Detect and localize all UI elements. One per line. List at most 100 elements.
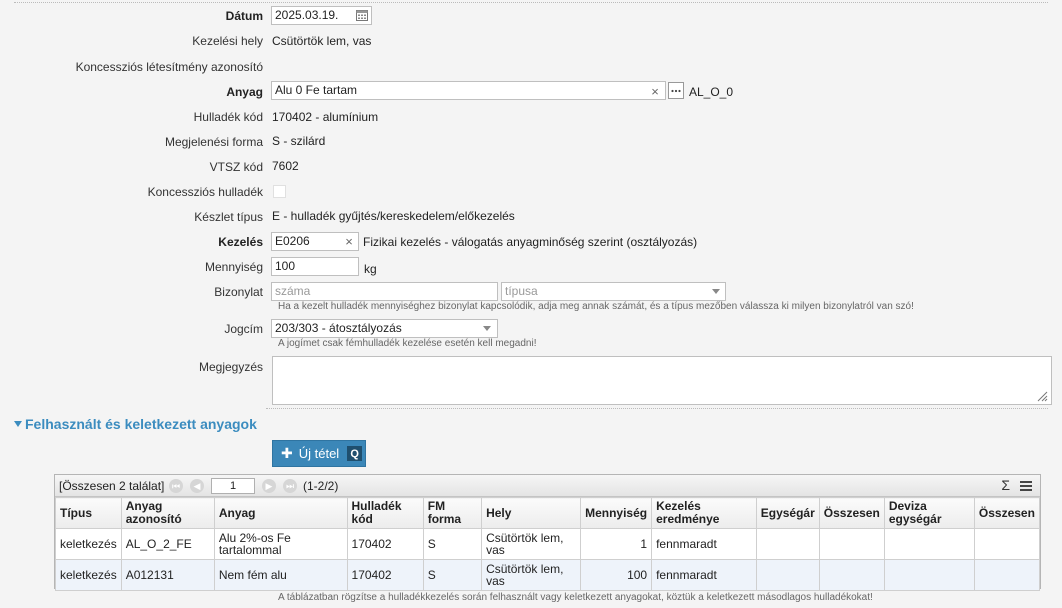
bizonylat-szama-placeholder: száma bbox=[275, 284, 311, 298]
jogcim-select[interactable]: 203/303 - átosztályozás bbox=[271, 319, 498, 338]
kezeles-value: E0206 bbox=[275, 234, 310, 248]
col-header[interactable]: Hely bbox=[481, 497, 582, 529]
grid-header-row: Típus Anyag azonosító Anyag Hulladék kód… bbox=[55, 497, 1041, 529]
ellipsis-icon[interactable] bbox=[668, 82, 684, 99]
cell: 170402 bbox=[346, 559, 424, 591]
koncesszios-hulladek-label: Koncessziós hulladék bbox=[147, 185, 263, 199]
cell: keletkezés bbox=[55, 559, 122, 591]
cell bbox=[818, 559, 885, 591]
cell bbox=[883, 559, 975, 591]
menu-icon[interactable] bbox=[1020, 481, 1032, 493]
col-header[interactable]: FM forma bbox=[422, 497, 483, 529]
cell: Nem fém alu bbox=[213, 559, 348, 591]
mennyiseg-input[interactable]: 100 bbox=[271, 257, 359, 276]
new-item-button[interactable]: ✚ Új tétel Q bbox=[272, 440, 366, 467]
cell bbox=[755, 559, 820, 591]
cell: 100 bbox=[580, 559, 653, 591]
calendar-icon[interactable] bbox=[355, 8, 369, 22]
mennyiseg-label: Mennyiség bbox=[204, 260, 263, 274]
grid-pager: [Összesen 2 találat] ⏮ ◀ 1 ▶ ⏭ (1-2/2) Σ bbox=[55, 475, 1040, 497]
jogcim-chevron-down-icon[interactable] bbox=[483, 326, 491, 331]
grid-table: Típus Anyag azonosító Anyag Hulladék kód… bbox=[55, 497, 1041, 591]
koncesszios-hulladek-checkbox[interactable] bbox=[273, 185, 286, 198]
keszlet-tipus-value: E - hulladék gyűjtés/kereskedelem/előkez… bbox=[272, 209, 515, 223]
cell: S bbox=[422, 559, 483, 591]
cell bbox=[818, 528, 885, 560]
jogcim-hint: A jogímet csak fémhulladék kezelése eset… bbox=[278, 338, 537, 349]
shortcut-badge: Q bbox=[347, 446, 363, 461]
kezeles-clear-icon[interactable]: × bbox=[342, 233, 356, 249]
kezeles-label: Kezelés bbox=[218, 235, 263, 249]
top-divider bbox=[14, 2, 1048, 3]
anyag-value: Alu 0 Fe tartam bbox=[275, 83, 358, 97]
bizonylat-hint: Ha a kezelt hulladék mennyiséghez bizony… bbox=[278, 301, 914, 312]
plus-icon: ✚ bbox=[281, 445, 293, 461]
grid-range: (1-2/2) bbox=[303, 479, 339, 493]
section-header[interactable]: Felhasznált és keletkezett anyagok bbox=[14, 416, 257, 432]
datum-value: 2025.03.19. bbox=[275, 8, 339, 22]
cell bbox=[755, 528, 820, 560]
table-row[interactable]: keletkezés AL_O_2_FE Alu 2%-os Fe tartal… bbox=[55, 528, 1041, 560]
col-header[interactable]: Hulladék kód bbox=[346, 497, 424, 529]
jogcim-value: 203/303 - átosztályozás bbox=[275, 321, 402, 335]
first-page-icon[interactable]: ⏮ bbox=[169, 479, 183, 493]
kezelesi-hely-label: Kezelési hely bbox=[192, 34, 263, 48]
megjelenesi-forma-label: Megjelenési forma bbox=[164, 135, 263, 149]
anyag-input[interactable]: Alu 0 Fe tartam bbox=[271, 81, 666, 100]
mennyiseg-unit: kg bbox=[364, 262, 377, 276]
cell: fennmaradt bbox=[651, 528, 757, 560]
cell: AL_O_2_FE bbox=[120, 528, 215, 560]
col-header[interactable]: Anyag azonosító bbox=[120, 497, 215, 529]
megjegyzes-label: Megjegyzés bbox=[198, 360, 263, 374]
bizonylat-szama-input[interactable]: száma bbox=[271, 282, 498, 301]
next-page-icon[interactable]: ▶ bbox=[262, 479, 276, 493]
kezelesi-hely-value: Csütörtök lem, vas bbox=[272, 34, 372, 48]
bizonylat-tipusa-select[interactable]: típusa bbox=[501, 282, 726, 301]
anyag-label: Anyag bbox=[226, 85, 263, 99]
cell bbox=[973, 528, 1041, 560]
megjelenesi-forma-value: S - szilárd bbox=[272, 134, 326, 148]
megjegyzes-textarea[interactable] bbox=[272, 356, 1052, 405]
col-header[interactable]: Típus bbox=[55, 497, 122, 529]
materials-grid: [Összesen 2 találat] ⏮ ◀ 1 ▶ ⏭ (1-2/2) Σ… bbox=[54, 474, 1041, 591]
clear-icon[interactable]: × bbox=[648, 83, 662, 99]
hulladek-kod-value: 170402 - alumínium bbox=[272, 110, 379, 124]
cell: fennmaradt bbox=[651, 559, 757, 591]
col-header[interactable]: Összesen bbox=[973, 497, 1041, 529]
vtsz-kod-label: VTSZ kód bbox=[209, 160, 263, 174]
col-header[interactable]: Egységár bbox=[755, 497, 820, 529]
page-number-input[interactable]: 1 bbox=[211, 478, 255, 494]
col-header[interactable]: Összesen bbox=[818, 497, 885, 529]
keszlet-tipus-label: Készlet típus bbox=[194, 210, 263, 224]
col-header[interactable]: Mennyiség bbox=[580, 497, 653, 529]
cell: S bbox=[422, 528, 483, 560]
section-title: Felhasznált és keletkezett anyagok bbox=[25, 416, 257, 432]
table-row[interactable]: keletkezés A012131 Nem fém alu 170402 S … bbox=[55, 559, 1041, 591]
collapse-triangle-icon[interactable] bbox=[14, 421, 22, 427]
vtsz-kod-value: 7602 bbox=[272, 159, 299, 173]
anyag-code: AL_O_0 bbox=[689, 85, 734, 99]
cell: Csütörtök lem, vas bbox=[481, 559, 582, 591]
last-page-icon[interactable]: ⏭ bbox=[283, 479, 297, 493]
chevron-down-icon[interactable] bbox=[712, 289, 720, 294]
col-header[interactable]: Anyag bbox=[213, 497, 348, 529]
koncesszios-letesitmeny-label: Koncessziós létesítmény azonosító bbox=[75, 60, 263, 74]
bizonylat-label: Bizonylat bbox=[214, 285, 263, 299]
section-divider bbox=[266, 408, 1048, 409]
cell: A012131 bbox=[120, 559, 215, 591]
grid-footnote: A táblázatban rögzítse a hulladékkezelés… bbox=[278, 592, 873, 603]
sum-icon[interactable]: Σ bbox=[1001, 477, 1010, 493]
new-item-label: Új tétel bbox=[298, 446, 340, 461]
cell: Csütörtök lem, vas bbox=[481, 528, 582, 560]
resize-handle-icon[interactable] bbox=[1036, 390, 1048, 402]
hulladek-kod-label: Hulladék kód bbox=[193, 110, 263, 124]
col-header[interactable]: Kezelés eredménye bbox=[651, 497, 757, 529]
cell bbox=[973, 559, 1041, 591]
grid-total: [Összesen 2 találat] bbox=[59, 479, 165, 493]
cell: Alu 2%-os Fe tartalommal bbox=[213, 528, 348, 560]
jogcim-label: Jogcím bbox=[224, 322, 263, 336]
prev-page-icon[interactable]: ◀ bbox=[190, 479, 204, 493]
datum-label: Dátum bbox=[225, 9, 263, 23]
bizonylat-tipusa-placeholder: típusa bbox=[505, 284, 538, 298]
col-header[interactable]: Deviza egységár bbox=[883, 497, 975, 529]
